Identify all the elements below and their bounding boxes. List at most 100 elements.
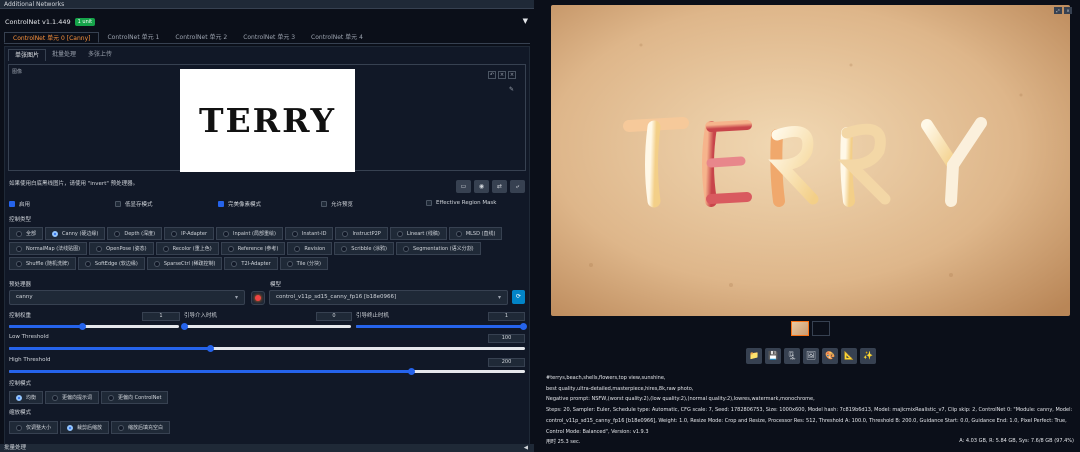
tab-unit-0[interactable]: ControlNet 单元 0 [Canny] <box>4 32 100 43</box>
model-value: control_v11p_sd15_canny_fp16 [b18e0966] <box>276 294 397 300</box>
radio-just-resize[interactable]: 仅调整大小 <box>9 421 59 434</box>
pen-icon[interactable]: ✎ <box>509 86 514 93</box>
radio-lineart[interactable]: Lineart (线稿) <box>389 227 447 240</box>
radio-resize-fill[interactable]: 缩放后填充空白 <box>111 421 171 434</box>
close-icon[interactable]: × <box>508 71 516 79</box>
model-label: 模型 <box>270 282 282 288</box>
radio-dot <box>171 230 178 237</box>
lowvram-checkbox[interactable]: 低显存模式 <box>115 200 153 208</box>
thumbnail-selected[interactable] <box>791 321 809 336</box>
radio-softedge[interactable]: SoftEdge (软边缘) <box>77 257 145 270</box>
checkbox-icon <box>218 201 224 207</box>
enable-checkbox[interactable]: 启用 <box>9 200 30 208</box>
radio-all[interactable]: 全部 <box>9 227 44 240</box>
send-dimensions-icon[interactable]: ⤶ <box>510 180 525 193</box>
radio-dot <box>67 424 74 431</box>
close-icon[interactable]: × <box>1064 7 1072 14</box>
control-mode-radios: 均衡 更偏向提示词 更偏向 ControlNet <box>9 391 479 406</box>
radio-dot <box>286 260 293 267</box>
resize-mode-radios: 仅调整大小 裁剪后缩放 缩放后填充空白 <box>9 421 479 436</box>
radio-revision[interactable]: Revision <box>287 242 333 255</box>
radio-t2i-adapter[interactable]: T2I-Adapter <box>224 257 278 270</box>
send-img2img-icon[interactable]: 🖼 <box>803 348 819 364</box>
preprocessor-select[interactable]: canny ▾ <box>9 290 245 305</box>
radio-shuffle[interactable]: Shuffle (随机洗牌) <box>9 257 76 270</box>
radio-ip-adapter[interactable]: IP-Adapter <box>164 227 215 240</box>
tab-multi-upload[interactable]: 多张上传 <box>82 49 118 61</box>
end-slider[interactable] <box>356 323 527 330</box>
radio-tile[interactable]: Tile (分块) <box>279 257 328 270</box>
batch-accordion[interactable]: 批量处理 ◀ <box>0 444 534 452</box>
high-threshold-slider[interactable] <box>9 368 525 375</box>
radio-openpose[interactable]: OpenPose (姿态) <box>89 242 154 255</box>
sparkle-icon[interactable]: ✨ <box>860 348 876 364</box>
radio-instructp2p[interactable]: InstructP2P <box>335 227 388 240</box>
camera-icon[interactable]: ◉ <box>474 180 489 193</box>
radio-controlnet-priority[interactable]: 更偏向 ControlNet <box>101 391 169 404</box>
send-extras-icon[interactable]: 📐 <box>841 348 857 364</box>
start-input[interactable]: 0 <box>316 312 352 321</box>
send-inpaint-icon[interactable]: 🎨 <box>822 348 838 364</box>
radio-canny[interactable]: Canny (硬边缘) <box>45 227 106 240</box>
radio-label: 仅调整大小 <box>26 425 52 431</box>
tab-unit-3[interactable]: ControlNet 单元 3 <box>235 32 303 43</box>
low-threshold-input[interactable]: 100 <box>488 334 525 343</box>
new-canvas-icon[interactable]: ▭ <box>456 180 471 193</box>
radio-scribble[interactable]: Scribble (涂鸦) <box>334 242 394 255</box>
model-select[interactable]: control_v11p_sd15_canny_fp16 [b18e0966] ▾ <box>269 290 508 305</box>
radio-recolor[interactable]: Recolor (重上色) <box>155 242 219 255</box>
radio-instant-id[interactable]: Instant-ID <box>284 227 334 240</box>
swap-icon[interactable]: ⇄ <box>492 180 507 193</box>
start-label: 引导介入时机 <box>184 313 218 319</box>
high-threshold-input[interactable]: 200 <box>488 358 525 367</box>
output-image[interactable] <box>551 5 1070 316</box>
additional-networks-bar[interactable]: Additional Networks <box>0 0 534 9</box>
clear-icon[interactable]: × <box>498 71 506 79</box>
allow-preview-checkbox[interactable]: 允许预览 <box>321 200 353 208</box>
radio-inpaint[interactable]: Inpaint (局部重绘) <box>216 227 283 240</box>
input-image[interactable]: TERRY <box>180 69 355 172</box>
radio-label: NormalMap (法线贴图) <box>26 246 81 252</box>
undo-icon[interactable]: ↶ <box>488 71 496 79</box>
radio-reference[interactable]: Reference (参考) <box>220 242 286 255</box>
slider-handle[interactable] <box>520 323 527 330</box>
folder-icon[interactable]: 📁 <box>746 348 762 364</box>
start-slider[interactable] <box>181 323 351 330</box>
zip-icon[interactable]: 🗜 <box>784 348 800 364</box>
end-input[interactable]: 1 <box>488 312 525 321</box>
weight-input[interactable]: 1 <box>142 312 180 321</box>
radio-dot <box>16 230 22 237</box>
checkbox-icon <box>321 201 327 207</box>
collapse-icon[interactable]: ▼ <box>523 17 528 25</box>
fullscreen-icon[interactable]: ⤢ <box>1054 7 1062 14</box>
low-threshold-slider[interactable] <box>9 345 525 352</box>
slider-fill <box>9 370 412 373</box>
tab-single-image[interactable]: 单张图片 <box>8 49 47 61</box>
tab-batch[interactable]: 批量处理 <box>46 49 82 61</box>
run-preprocessor-button[interactable] <box>251 291 265 305</box>
tab-unit-2[interactable]: ControlNet 单元 2 <box>167 32 235 43</box>
control-type-row: NormalMap (法线贴图) OpenPose (姿态) Recolor (… <box>9 242 481 255</box>
tab-unit-4[interactable]: ControlNet 单元 4 <box>303 32 371 43</box>
control-mode-label: 控制模式 <box>9 381 32 387</box>
vram-usage: A: 4.03 GB, R: 5.84 GB, Sys: 7.6/8 GB (9… <box>959 438 1074 444</box>
radio-sparsectrl[interactable]: SparseCtrl (稀疏控制) <box>146 257 223 270</box>
radio-balanced[interactable]: 均衡 <box>9 391 44 404</box>
radio-depth[interactable]: Depth (深度) <box>107 227 163 240</box>
slider-handle[interactable] <box>181 323 188 330</box>
radio-prompt-priority[interactable]: 更偏向提示词 <box>45 391 100 404</box>
tab-unit-1[interactable]: ControlNet 单元 1 <box>99 32 167 43</box>
radio-label: Revision <box>304 245 326 252</box>
region-mask-checkbox[interactable]: Effective Region Mask <box>426 200 497 206</box>
refresh-models-button[interactable]: ⟳ <box>512 290 525 304</box>
radio-segmentation[interactable]: Segmentation (语义分割) <box>395 242 481 255</box>
save-icon[interactable]: 💾 <box>765 348 781 364</box>
radio-crop-resize[interactable]: 裁剪后缩放 <box>60 421 110 434</box>
radio-label: Scribble (涂鸦) <box>351 246 387 252</box>
radio-normalmap[interactable]: NormalMap (法线贴图) <box>9 242 88 255</box>
weight-slider[interactable] <box>9 323 179 330</box>
pixel-perfect-checkbox[interactable]: 完美像素模式 <box>218 200 261 208</box>
radio-mlsd[interactable]: MLSD (直线) <box>448 227 503 240</box>
controlnet-header[interactable]: ControlNet v1.1.449 1 unit ▼ <box>0 14 534 30</box>
thumbnail-detectmap[interactable] <box>812 321 830 336</box>
